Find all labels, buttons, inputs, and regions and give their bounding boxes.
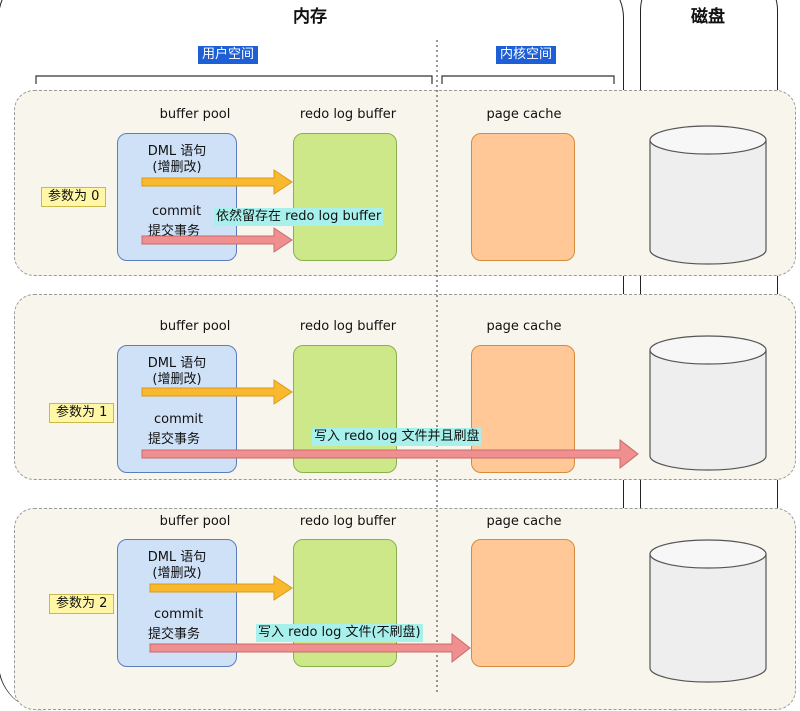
scenario-2-note: 写入 redo log 文件(不刷盘) bbox=[256, 624, 423, 642]
commit-arrow-icon bbox=[141, 227, 293, 253]
scenario-0-note: 依然留存在 redo log buffer bbox=[214, 208, 384, 226]
disk-cylinder-icon bbox=[649, 335, 767, 471]
dml-arrow-icon bbox=[149, 575, 293, 601]
kernel-space-bracket bbox=[441, 75, 615, 84]
disk-cylinder-icon bbox=[649, 125, 767, 265]
disk-cylinder-icon bbox=[649, 539, 767, 683]
scenario-1-note: 写入 redo log 文件并且刷盘 bbox=[312, 428, 482, 446]
user-space-bracket bbox=[35, 75, 433, 84]
dml-arrow-icon bbox=[141, 379, 293, 405]
dml-arrow-icon bbox=[141, 169, 293, 195]
diagram-overlay bbox=[35, 40, 767, 695]
